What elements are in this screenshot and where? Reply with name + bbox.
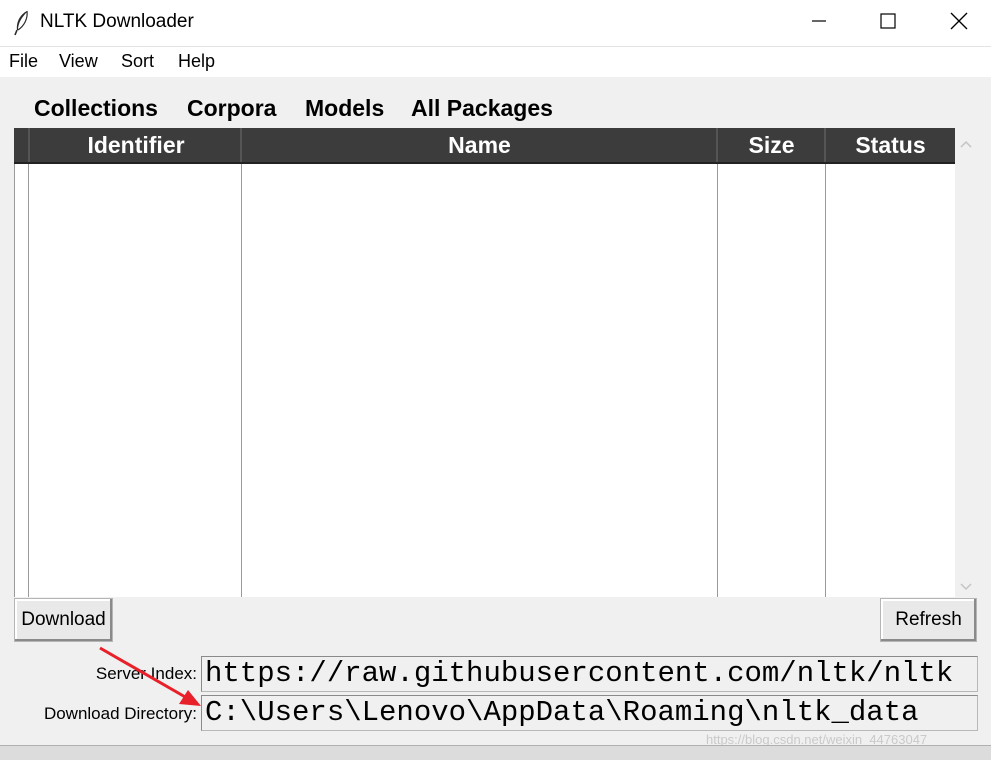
minimize-icon: [811, 13, 827, 34]
tab-all-packages[interactable]: All Packages: [411, 95, 553, 122]
menu-bar: File View Sort Help: [0, 46, 991, 77]
column-divider: [14, 164, 15, 597]
column-divider: [241, 164, 242, 597]
close-icon: [950, 12, 968, 35]
maximize-icon: [880, 12, 896, 34]
server-index-field[interactable]: https://raw.githubusercontent.com/nltk/n…: [201, 656, 978, 692]
table-header: Identifier Name Size Status: [14, 128, 955, 164]
menu-help[interactable]: Help: [178, 51, 215, 72]
refresh-button[interactable]: Refresh: [880, 598, 977, 642]
scroll-up-icon[interactable]: [959, 136, 973, 154]
tab-collections[interactable]: Collections: [34, 95, 158, 122]
download-directory-field[interactable]: C:\Users\Lenovo\AppData\Roaming\nltk_dat…: [201, 695, 978, 731]
column-header-size[interactable]: Size: [716, 128, 825, 162]
menu-sort[interactable]: Sort: [121, 51, 154, 72]
title-bar: NLTK Downloader: [0, 0, 991, 46]
package-table[interactable]: Identifier Name Size Status: [14, 128, 955, 597]
download-button[interactable]: Download: [14, 598, 113, 642]
table-scrollbar[interactable]: [955, 128, 977, 597]
window-bottom-edge: [0, 745, 991, 760]
window-title: NLTK Downloader: [40, 11, 194, 32]
column-header-identifier[interactable]: Identifier: [28, 128, 242, 162]
tab-models[interactable]: Models: [305, 95, 384, 122]
maximize-button[interactable]: [865, 0, 911, 46]
scroll-down-icon[interactable]: [959, 579, 973, 597]
menu-file[interactable]: File: [9, 51, 38, 72]
annotation-arrow: [99, 646, 201, 706]
tab-corpora[interactable]: Corpora: [187, 95, 276, 122]
close-button[interactable]: [936, 0, 982, 46]
minimize-button[interactable]: [796, 0, 842, 46]
column-header-status[interactable]: Status: [824, 128, 955, 162]
column-divider: [28, 164, 29, 597]
column-header-name[interactable]: Name: [240, 128, 717, 162]
feather-icon: [12, 10, 32, 36]
column-divider: [825, 164, 826, 597]
column-divider: [717, 164, 718, 597]
menu-view[interactable]: View: [59, 51, 98, 72]
